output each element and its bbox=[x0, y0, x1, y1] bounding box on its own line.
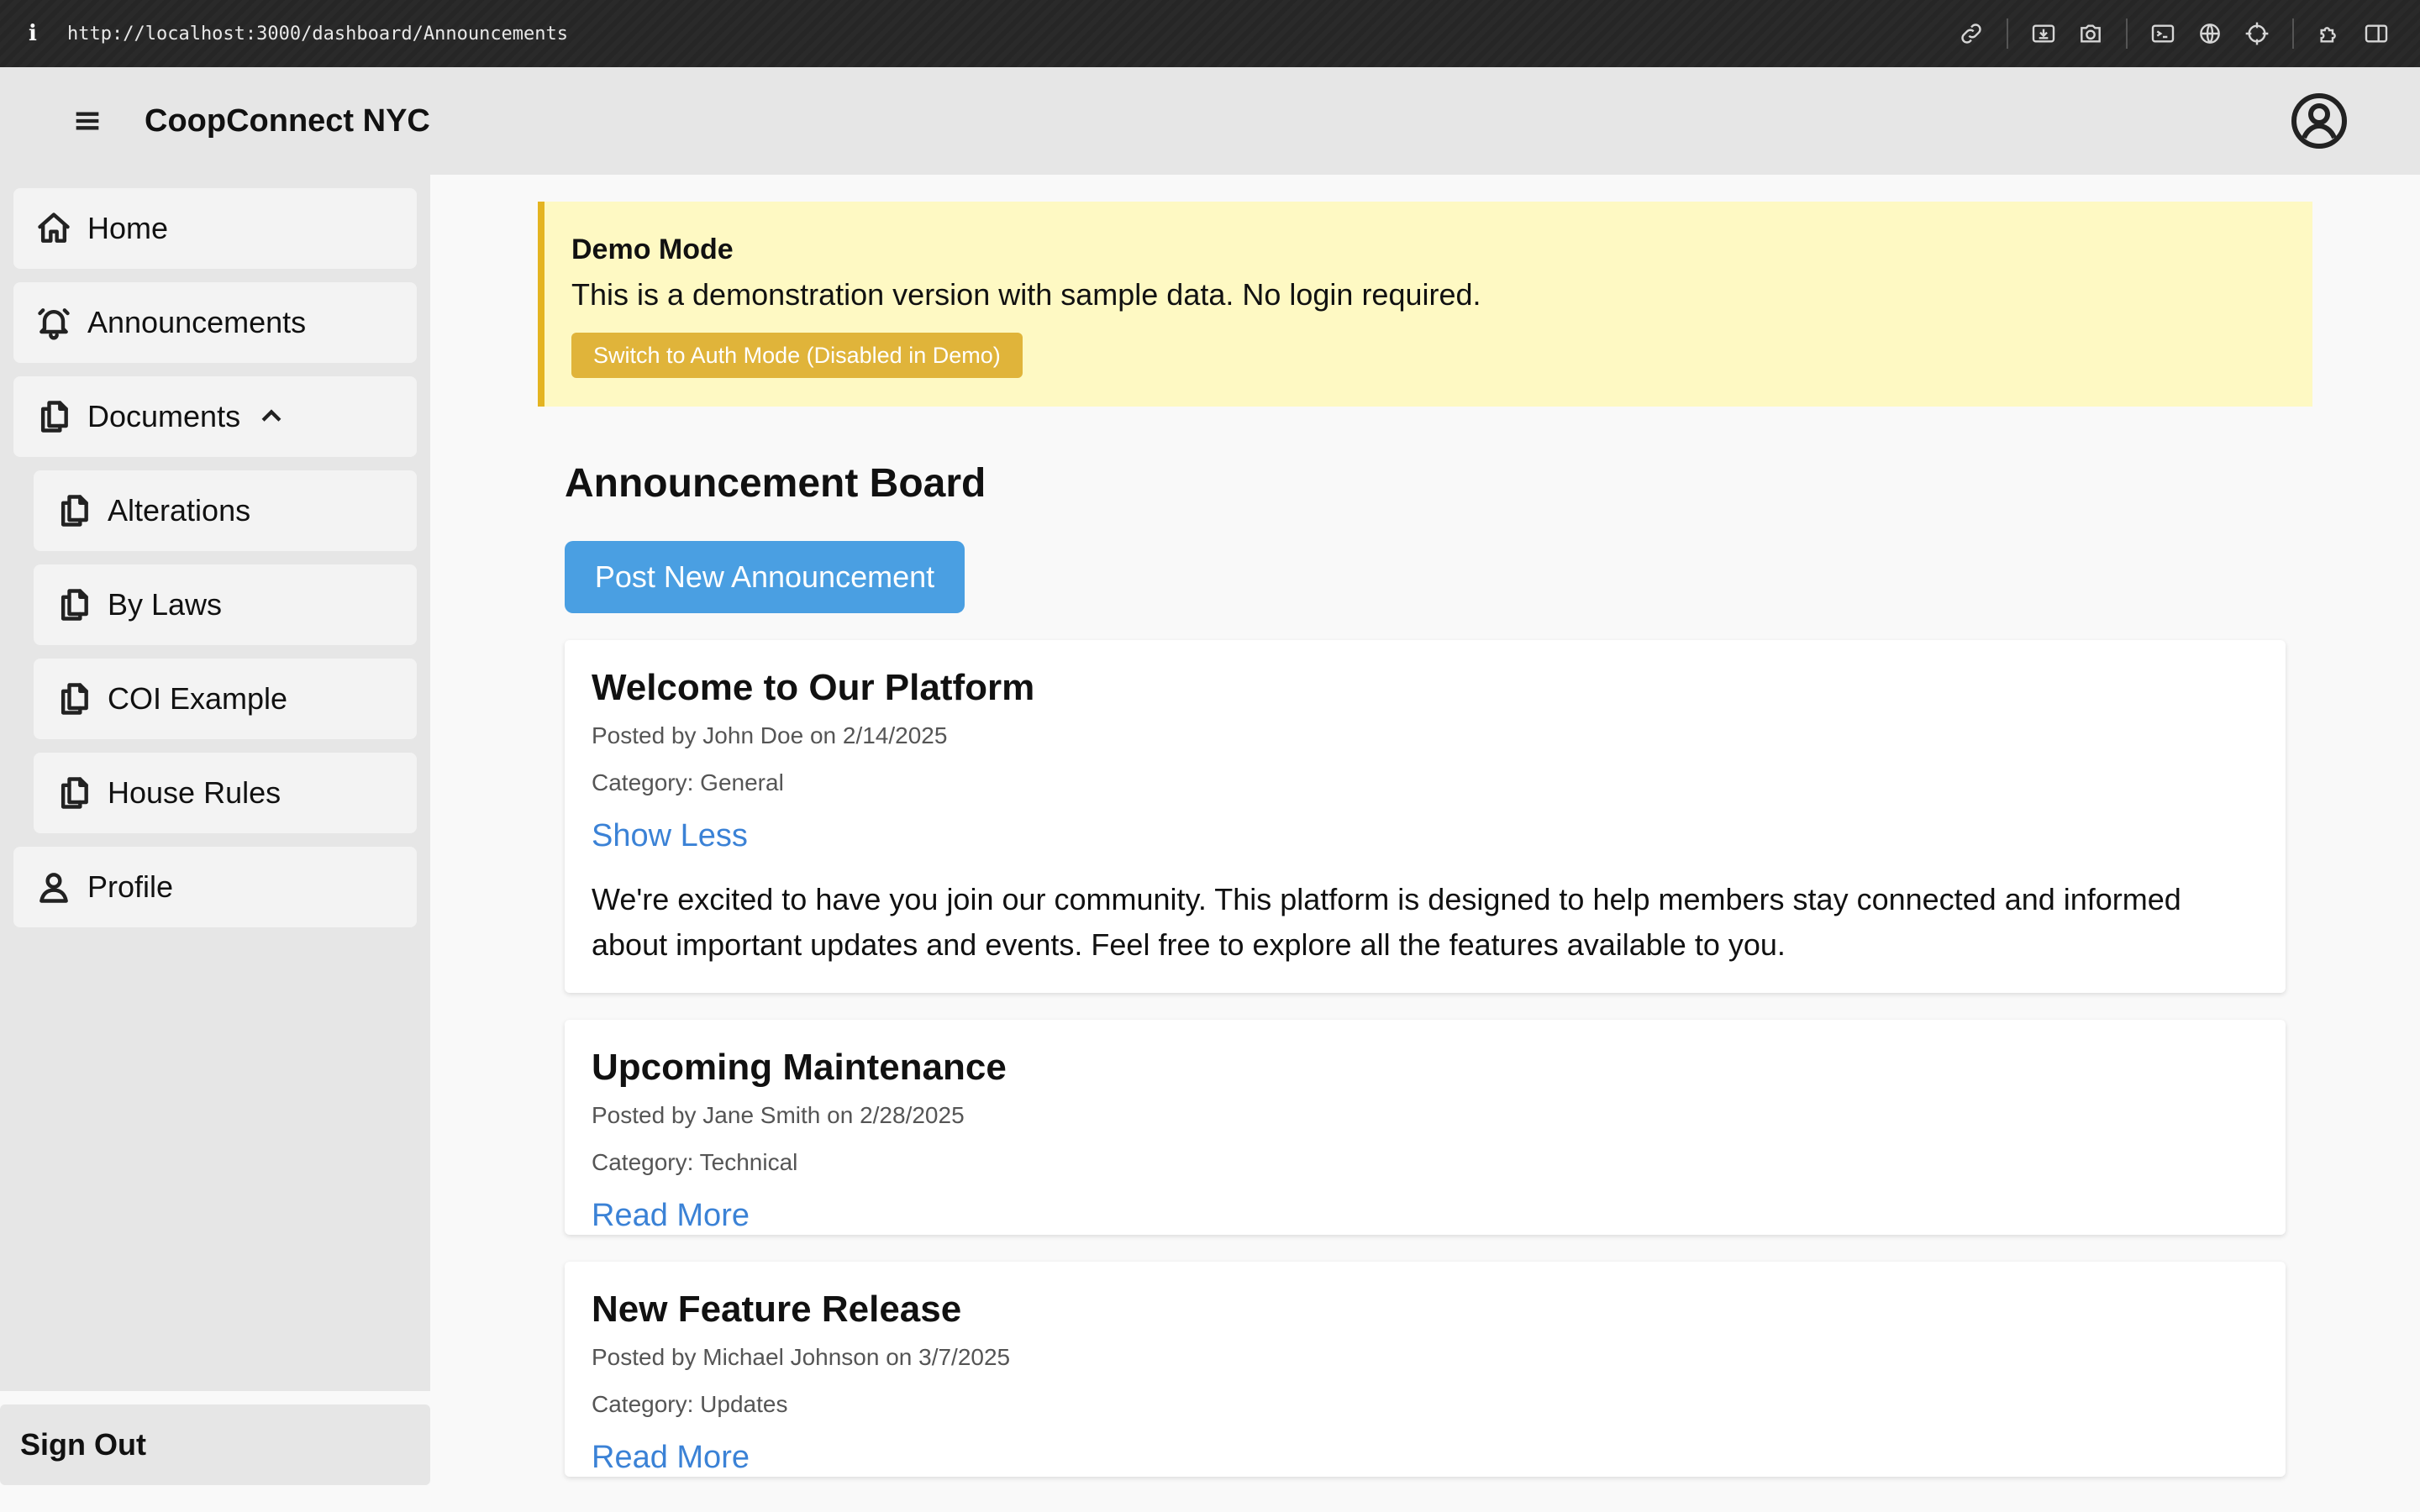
announcement-body: We're excited to have you join our commu… bbox=[592, 882, 2181, 962]
link-icon[interactable] bbox=[1948, 10, 1995, 57]
sign-out-button[interactable]: Sign Out bbox=[0, 1404, 430, 1485]
globe-icon[interactable] bbox=[2186, 10, 2233, 57]
crosshair-icon[interactable] bbox=[2233, 10, 2281, 57]
chevron-up-icon[interactable] bbox=[257, 402, 286, 431]
hamburger-menu-icon[interactable] bbox=[67, 101, 108, 141]
sidebar-item-home[interactable]: Home bbox=[13, 188, 417, 269]
toolbar-divider bbox=[2126, 18, 2128, 49]
sidebar-item-alterations[interactable]: Alterations bbox=[34, 470, 417, 551]
sidebar-item-announcements[interactable]: Announcements bbox=[13, 282, 417, 363]
camera-icon[interactable] bbox=[2067, 10, 2114, 57]
announcement-card: Welcome to Our Platform Posted by John D… bbox=[565, 640, 2286, 993]
announcement-category: Category: Technical bbox=[592, 1149, 798, 1175]
sidebar-item-label: Home bbox=[87, 211, 169, 245]
site-info-icon[interactable]: i bbox=[29, 21, 45, 46]
sidebar-item-house-rules[interactable]: House Rules bbox=[34, 753, 417, 833]
address-bar[interactable]: http://localhost:3000/dashboard/Announce… bbox=[67, 24, 568, 45]
announcement-meta: Posted by Jane Smith on 2/28/2025 bbox=[592, 1102, 965, 1128]
read-more-link[interactable]: Read More bbox=[592, 1440, 750, 1476]
sidebar-item-label: House Rules bbox=[108, 775, 281, 810]
announcement-meta: Posted by Michael Johnson on 3/7/2025 bbox=[592, 1344, 1011, 1370]
account-avatar-icon[interactable] bbox=[2291, 92, 2348, 150]
sidebar-item-documents[interactable]: Documents bbox=[13, 376, 417, 457]
demo-mode-text: This is a demonstration version with sam… bbox=[571, 277, 1481, 312]
sidebar-item-label: Announcements bbox=[87, 305, 307, 339]
toolbar-divider bbox=[2007, 18, 2008, 49]
announcement-card: New Feature Release Posted by Michael Jo… bbox=[565, 1262, 2286, 1477]
sidebar-item-label: By Laws bbox=[108, 587, 223, 622]
sidebar-item-coi-example[interactable]: COI Example bbox=[34, 659, 417, 739]
sidebar-item-label: COI Example bbox=[108, 681, 288, 716]
demo-mode-banner: Demo Mode This is a demonstration versio… bbox=[538, 202, 2312, 407]
show-less-link[interactable]: Show Less bbox=[592, 818, 748, 854]
announcement-category: Category: Updates bbox=[592, 1391, 788, 1417]
documents-icon bbox=[55, 586, 92, 623]
sidebar-item-label: Alterations bbox=[108, 493, 251, 528]
announcement-title: Welcome to Our Platform bbox=[592, 667, 1035, 708]
demo-mode-title: Demo Mode bbox=[571, 234, 734, 265]
documents-icon bbox=[55, 774, 92, 811]
sidebar-item-label: Documents bbox=[87, 399, 241, 433]
user-icon bbox=[35, 869, 72, 906]
sidebar-item-label: Profile bbox=[87, 869, 174, 904]
sidebar-item-profile[interactable]: Profile bbox=[13, 847, 417, 927]
sidebar-icon[interactable] bbox=[2353, 10, 2400, 57]
read-more-link[interactable]: Read More bbox=[592, 1198, 750, 1234]
announcement-title: New Feature Release bbox=[592, 1289, 962, 1330]
bell-icon bbox=[35, 304, 72, 341]
switch-auth-mode-button[interactable]: Switch to Auth Mode (Disabled in Demo) bbox=[571, 333, 1023, 378]
download-icon[interactable] bbox=[2020, 10, 2067, 57]
documents-icon bbox=[55, 680, 92, 717]
documents-icon bbox=[55, 492, 92, 529]
sidebar-item-by-laws[interactable]: By Laws bbox=[34, 564, 417, 645]
browser-tools bbox=[1948, 0, 2400, 67]
announcement-card: Upcoming Maintenance Posted by Jane Smit… bbox=[565, 1020, 2286, 1235]
announcement-category: Category: General bbox=[592, 769, 784, 795]
sign-out-label: Sign Out bbox=[20, 1427, 146, 1462]
announcement-meta: Posted by John Doe on 2/14/2025 bbox=[592, 722, 948, 748]
announcement-title: Upcoming Maintenance bbox=[592, 1047, 1007, 1088]
page-title: Announcement Board bbox=[565, 461, 986, 506]
home-icon bbox=[35, 210, 72, 247]
toolbar-divider bbox=[2292, 18, 2294, 49]
post-new-announcement-button[interactable]: Post New Announcement bbox=[565, 541, 965, 613]
documents-icon bbox=[35, 398, 72, 435]
app-header: CoopConnect NYC bbox=[0, 67, 2420, 175]
browser-toolbar: i http://localhost:3000/dashboard/Announ… bbox=[0, 0, 2420, 67]
app-title: CoopConnect NYC bbox=[145, 102, 430, 139]
terminal-icon[interactable] bbox=[2139, 10, 2186, 57]
sidebar: Home Announcements Documents Alterations… bbox=[0, 175, 430, 1391]
extension-icon[interactable] bbox=[2306, 10, 2353, 57]
